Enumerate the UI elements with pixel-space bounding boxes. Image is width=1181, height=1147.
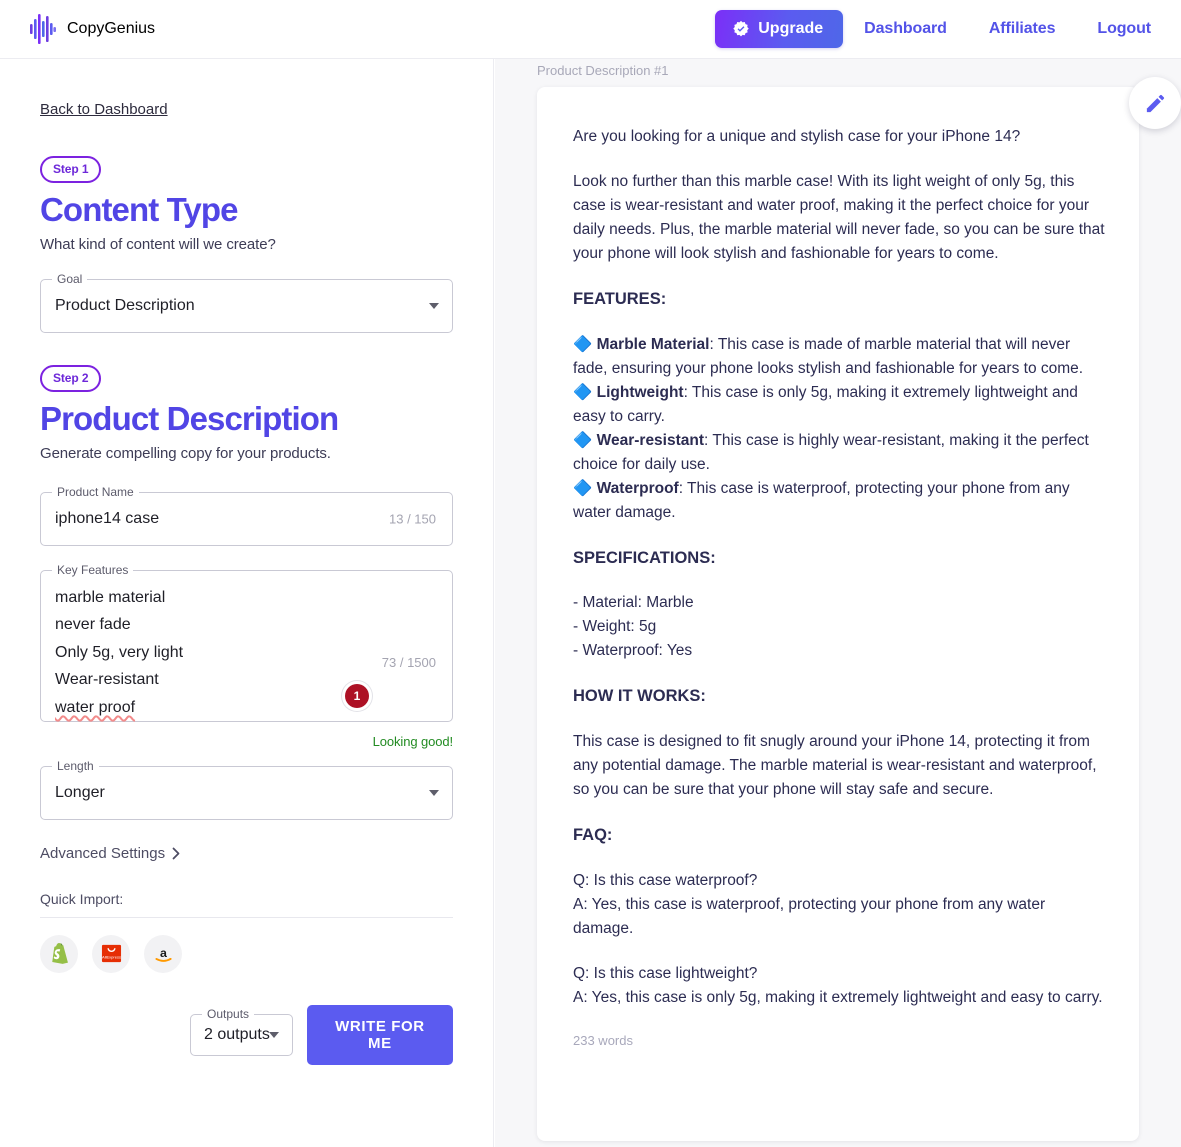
- advanced-settings-label: Advanced Settings: [40, 844, 166, 862]
- product-name-input[interactable]: Product Name iphone14 case 13 / 150: [40, 484, 453, 546]
- svg-text:AliExpress: AliExpress: [102, 955, 121, 960]
- quick-import-divider: [40, 916, 453, 918]
- quick-import-shopify-button[interactable]: [40, 934, 78, 973]
- nav-link-affiliates[interactable]: Affiliates: [968, 20, 1077, 38]
- product-name-counter: 13 / 150: [389, 511, 436, 527]
- diamond-bullet-icon: 🔷: [573, 335, 593, 353]
- specifications-heading: SPECIFICATIONS:: [573, 548, 716, 567]
- chevron-down-icon: [268, 1031, 279, 1038]
- length-select-label: Length: [52, 758, 99, 773]
- quick-import-amazon-button[interactable]: a: [144, 934, 182, 973]
- faq-question: Q: Is this case lightweight?: [573, 964, 758, 982]
- key-feature-line: Wear-resistant: [55, 671, 159, 689]
- faq-heading: FAQ:: [573, 825, 613, 844]
- length-select-value: Longer: [55, 783, 105, 801]
- key-features-label: Key Features: [52, 562, 134, 577]
- step-1-section: Step 1 Content Type What kind of content…: [40, 119, 453, 333]
- product-name-value: iphone14 case: [55, 509, 160, 527]
- output-card: Are you looking for a unique and stylish…: [537, 87, 1139, 1141]
- faq-answer: A: Yes, this case is waterproof, protect…: [573, 895, 1046, 937]
- output-intro-paragraph: Are you looking for a unique and stylish…: [573, 128, 1021, 145]
- upgrade-button-label: Upgrade: [758, 20, 824, 37]
- feature-item: 🔷 Wear-resistant: This case is highly we…: [573, 429, 1105, 477]
- feature-item: 🔷 Lightweight: This case is only 5g, mak…: [573, 381, 1105, 429]
- feature-title: Waterproof: [596, 479, 679, 497]
- spellcheck-error-badge[interactable]: 1: [345, 683, 369, 708]
- spec-line: - Waterproof: Yes: [573, 642, 693, 660]
- pencil-icon: [1146, 94, 1164, 112]
- step-1-subtitle: What kind of content will we create?: [40, 235, 276, 253]
- key-features-textarea[interactable]: Key Features marble material never fade …: [40, 562, 453, 722]
- chevron-down-icon: [429, 789, 439, 796]
- brand-name: CopyGenius: [67, 20, 156, 37]
- how-it-works-paragraph: This case is designed to fit snugly arou…: [573, 732, 1097, 798]
- feature-title: Marble Material: [596, 335, 710, 353]
- output-panel: Product Description #1 Are you looking f…: [495, 59, 1181, 1147]
- back-to-dashboard-link[interactable]: Back to Dashboard: [40, 101, 168, 118]
- feature-item: 🔷 Marble Material: This case is made of …: [573, 333, 1105, 381]
- key-feature-line: marble material: [55, 588, 166, 606]
- how-it-works-heading: HOW IT WORKS:: [573, 687, 706, 706]
- step-2-subtitle: Generate compelling copy for your produc…: [40, 444, 331, 462]
- step-1-title: Content Type: [40, 191, 238, 228]
- diamond-bullet-icon: 🔷: [573, 431, 593, 449]
- nav-link-dashboard[interactable]: Dashboard: [843, 20, 968, 38]
- chevron-down-icon: [429, 302, 439, 309]
- quick-import-label: Quick Import:: [40, 890, 124, 907]
- top-navigation-bar: CopyGenius Upgrade Dashboard Affiliates …: [0, 0, 1181, 59]
- length-select[interactable]: Length Longer: [40, 758, 453, 820]
- spec-line: - Material: Marble: [573, 594, 694, 612]
- svg-text:a: a: [160, 946, 167, 960]
- key-features-counter: 73 / 1500: [381, 654, 436, 670]
- key-feature-line: Only 5g, very light: [55, 643, 184, 661]
- misspelled-word: water proof: [55, 698, 136, 716]
- write-for-me-button[interactable]: WRITE FOR ME: [306, 1004, 453, 1065]
- step-2-title: Product Description: [40, 399, 339, 437]
- aliexpress-icon: AliExpress: [101, 945, 121, 963]
- shopify-icon: [51, 943, 68, 965]
- nav-link-logout[interactable]: Logout: [1076, 20, 1151, 38]
- brand-logo-group[interactable]: CopyGenius: [30, 14, 155, 44]
- chevron-right-icon: [172, 847, 180, 860]
- key-features-hint: Looking good!: [372, 733, 453, 749]
- output-body-paragraph: Look no further than this marble case! W…: [573, 173, 1105, 263]
- goal-select-label: Goal: [52, 271, 88, 286]
- quick-import-icons: AliExpress a: [40, 934, 453, 973]
- product-name-label: Product Name: [52, 484, 139, 499]
- faq-question: Q: Is this case waterproof?: [573, 871, 758, 889]
- advanced-settings-toggle[interactable]: Advanced Settings: [40, 845, 181, 862]
- goal-select[interactable]: Goal Product Description: [40, 271, 453, 333]
- word-count: 233 words: [573, 1032, 633, 1048]
- feature-item: 🔷 Waterproof: This case is waterproof, p…: [573, 477, 1105, 525]
- outputs-select-label: Outputs: [202, 1006, 255, 1021]
- goal-select-value: Product Description: [55, 296, 195, 314]
- generate-action-row: Outputs 2 outputs WRITE FOR ME: [40, 1004, 453, 1065]
- step-1-badge: Step 1: [40, 156, 102, 183]
- spec-line: - Weight: 5g: [573, 618, 657, 636]
- feature-title: Wear-resistant: [596, 431, 705, 449]
- diamond-bullet-icon: 🔷: [573, 383, 593, 401]
- upgrade-button[interactable]: Upgrade: [715, 10, 844, 48]
- nav-links-group: Upgrade Dashboard Affiliates Logout: [715, 10, 1151, 48]
- features-heading: FEATURES:: [573, 290, 667, 309]
- outputs-select[interactable]: Outputs 2 outputs: [190, 1006, 293, 1056]
- outputs-select-value: 2 outputs: [204, 1025, 270, 1043]
- step-2-section: Step 2 Product Description Generate comp…: [40, 364, 453, 1065]
- key-feature-line: never fade: [55, 616, 131, 634]
- generated-copy-document: Are you looking for a unique and stylish…: [573, 125, 1105, 1051]
- diamond-bullet-icon: 🔷: [573, 479, 593, 497]
- edit-output-button[interactable]: [1129, 77, 1181, 129]
- waveform-logo-icon: [30, 14, 56, 44]
- feature-title: Lightweight: [596, 383, 684, 401]
- key-features-value: marble material never fade Only 5g, very…: [55, 584, 352, 722]
- faq-answer: A: Yes, this case is only 5g, making it …: [573, 988, 1103, 1006]
- form-sidebar: Back to Dashboard Step 1 Content Type Wh…: [0, 59, 494, 1147]
- output-card-label: Product Description #1: [537, 63, 669, 78]
- quick-import-aliexpress-button[interactable]: AliExpress: [92, 934, 130, 973]
- step-2-badge: Step 2: [40, 364, 102, 392]
- badge-check-icon: [733, 20, 749, 37]
- amazon-icon: a: [154, 946, 172, 962]
